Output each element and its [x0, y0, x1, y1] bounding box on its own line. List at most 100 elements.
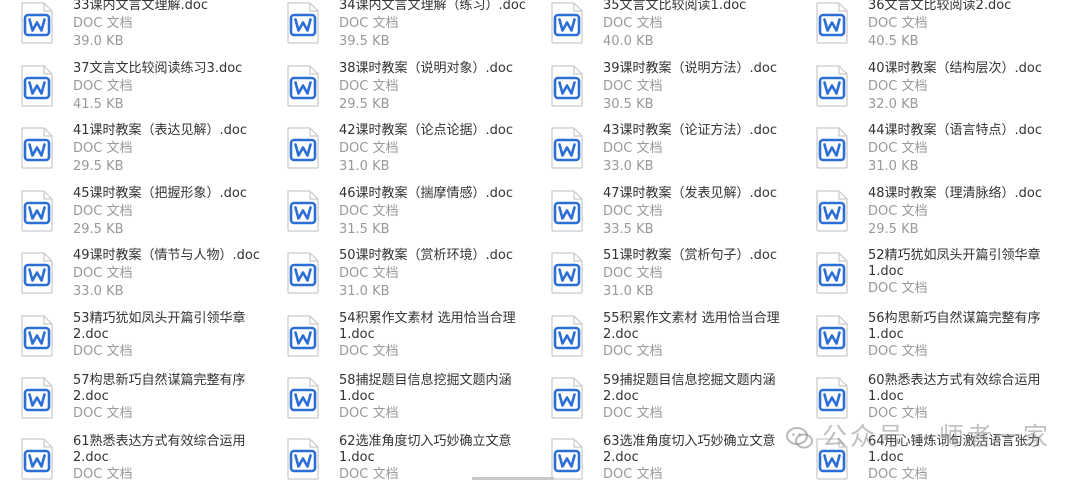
- file-name: 38课时教案（说明对象）.doc: [339, 61, 514, 76]
- file-text: 54积累作文素材 选用恰当合理 1.doc DOC 文档: [339, 311, 549, 360]
- word-doc-icon: [815, 252, 849, 294]
- file-type: DOC 文档: [868, 281, 928, 296]
- file-item[interactable]: 51课时教案（赏析句子）.doc DOC 文档 31.0 KB: [550, 248, 800, 306]
- file-size: 31.0 KB: [603, 284, 654, 299]
- file-text: 63选准角度切入巧妙确立文意 2.doc DOC 文档: [603, 434, 813, 480]
- file-name: 62选准角度切入巧妙确立文意 1.doc: [339, 434, 512, 465]
- word-doc-icon: [20, 315, 54, 357]
- file-item[interactable]: 62选准角度切入巧妙确立文意 1.doc DOC 文档: [286, 434, 536, 480]
- file-item[interactable]: 56构思新巧自然谋篇完整有序 1.doc DOC 文档: [815, 311, 1065, 369]
- file-text: 39课时教案（说明方法）.doc DOC 文档 30.5 KB: [603, 61, 813, 113]
- file-size: 39.0 KB: [73, 34, 124, 49]
- file-name: 39课时教案（说明方法）.doc: [603, 61, 778, 76]
- file-item[interactable]: 48课时教案（理清脉络）.doc DOC 文档 29.5 KB: [815, 186, 1065, 244]
- file-type: DOC 文档: [603, 141, 663, 156]
- file-item[interactable]: 38课时教案（说明对象）.doc DOC 文档 29.5 KB: [286, 61, 536, 119]
- file-text: 45课时教案（把握形象）.doc DOC 文档 29.5 KB: [73, 186, 283, 238]
- file-name: 50课时教案（赏析环境）.doc: [339, 248, 514, 263]
- file-size: 33.0 KB: [73, 284, 124, 299]
- file-text: 59捕捉题目信息挖掘文题内涵 2.doc DOC 文档: [603, 373, 813, 422]
- file-item[interactable]: 61熟悉表达方式有效综合运用 2.doc DOC 文档: [20, 434, 270, 480]
- file-size: 29.5 KB: [73, 222, 124, 237]
- file-type: DOC 文档: [73, 79, 133, 94]
- file-name: 36文言文比较阅读2.doc: [868, 0, 1012, 13]
- file-name: 60熟悉表达方式有效综合运用 1.doc: [868, 373, 1041, 404]
- word-doc-icon: [20, 438, 54, 480]
- file-name: 58捕捉题目信息挖掘文题内涵 1.doc: [339, 373, 512, 404]
- file-type: DOC 文档: [339, 344, 399, 359]
- file-name: 61熟悉表达方式有效综合运用 2.doc: [73, 434, 246, 465]
- file-size: 29.5 KB: [73, 159, 124, 174]
- file-text: 42课时教案（论点论据）.doc DOC 文档 31.0 KB: [339, 123, 549, 175]
- file-size: 29.5 KB: [868, 222, 919, 237]
- file-item[interactable]: 37文言文比较阅读练习3.doc DOC 文档 41.5 KB: [20, 61, 270, 119]
- file-item[interactable]: 50课时教案（赏析环境）.doc DOC 文档 31.0 KB: [286, 248, 536, 306]
- file-name: 46课时教案（揣摩情感）.doc: [339, 186, 514, 201]
- file-type: DOC 文档: [339, 16, 399, 31]
- file-name: 56构思新巧自然谋篇完整有序 1.doc: [868, 311, 1041, 342]
- word-doc-icon: [20, 127, 54, 169]
- file-name: 41课时教案（表达见解）.doc: [73, 123, 248, 138]
- word-doc-icon: [20, 252, 54, 294]
- file-item[interactable]: 47课时教案（发表见解）.doc DOC 文档 33.5 KB: [550, 186, 800, 244]
- file-name: 53精巧犹如凤头开篇引领华章 2.doc: [73, 311, 246, 342]
- file-item[interactable]: 40课时教案（结构层次）.doc DOC 文档 32.0 KB: [815, 61, 1065, 119]
- word-doc-icon: [20, 65, 54, 107]
- file-size: 41.5 KB: [73, 97, 124, 112]
- word-doc-icon: [550, 438, 584, 480]
- file-item[interactable]: 42课时教案（论点论据）.doc DOC 文档 31.0 KB: [286, 123, 536, 181]
- file-item[interactable]: 44课时教案（语言特点）.doc DOC 文档 31.0 KB: [815, 123, 1065, 181]
- file-name: 55积累作文素材 选用恰当合理 2.doc: [603, 311, 780, 342]
- file-item[interactable]: 33课内文言文理解.doc DOC 文档 39.0 KB: [20, 0, 270, 56]
- file-name: 63选准角度切入巧妙确立文意 2.doc: [603, 434, 776, 465]
- file-name: 57构思新巧自然谋篇完整有序 2.doc: [73, 373, 246, 404]
- file-item[interactable]: 57构思新巧自然谋篇完整有序 2.doc DOC 文档: [20, 373, 270, 431]
- file-item[interactable]: 35文言文比较阅读1.doc DOC 文档 40.0 KB: [550, 0, 800, 56]
- file-type: DOC 文档: [868, 467, 928, 480]
- file-item[interactable]: 46课时教案（揣摩情感）.doc DOC 文档 31.5 KB: [286, 186, 536, 244]
- file-item[interactable]: 39课时教案（说明方法）.doc DOC 文档 30.5 KB: [550, 61, 800, 119]
- file-item[interactable]: 45课时教案（把握形象）.doc DOC 文档 29.5 KB: [20, 186, 270, 244]
- file-item[interactable]: 54积累作文素材 选用恰当合理 1.doc DOC 文档: [286, 311, 536, 369]
- file-size: 39.5 KB: [339, 34, 390, 49]
- file-item[interactable]: 63选准角度切入巧妙确立文意 2.doc DOC 文档: [550, 434, 800, 480]
- file-name: 43课时教案（论证方法）.doc: [603, 123, 778, 138]
- file-item[interactable]: 43课时教案（论证方法）.doc DOC 文档 33.0 KB: [550, 123, 800, 181]
- file-type: DOC 文档: [868, 344, 928, 359]
- file-name: 40课时教案（结构层次）.doc: [868, 61, 1043, 76]
- watermark: 公众号 · 师者一家: [786, 418, 1080, 458]
- word-doc-icon: [286, 438, 320, 480]
- file-text: 44课时教案（语言特点）.doc DOC 文档 31.0 KB: [868, 123, 1078, 175]
- file-name: 34课内文言文理解（练习）.doc: [339, 0, 527, 13]
- file-item[interactable]: 36文言文比较阅读2.doc DOC 文档 40.5 KB: [815, 0, 1065, 56]
- file-item[interactable]: 49课时教案（情节与人物）.doc DOC 文档 33.0 KB: [20, 248, 270, 306]
- file-name: 33课内文言文理解.doc: [73, 0, 209, 13]
- file-size: 31.5 KB: [339, 222, 390, 237]
- file-name: 59捕捉题目信息挖掘文题内涵 2.doc: [603, 373, 776, 404]
- file-type: DOC 文档: [339, 204, 399, 219]
- file-item[interactable]: 34课内文言文理解（练习）.doc DOC 文档 39.5 KB: [286, 0, 536, 56]
- file-item[interactable]: 58捕捉题目信息挖掘文题内涵 1.doc DOC 文档: [286, 373, 536, 431]
- file-name: 51课时教案（赏析句子）.doc: [603, 248, 778, 263]
- file-item[interactable]: 55积累作文素材 选用恰当合理 2.doc DOC 文档: [550, 311, 800, 369]
- file-text: 33课内文言文理解.doc DOC 文档 39.0 KB: [73, 0, 283, 50]
- file-type: DOC 文档: [868, 204, 928, 219]
- file-type: DOC 文档: [603, 16, 663, 31]
- file-type: DOC 文档: [603, 467, 663, 480]
- word-doc-icon: [20, 190, 54, 232]
- file-size: 31.0 KB: [868, 159, 919, 174]
- file-type: DOC 文档: [603, 79, 663, 94]
- file-item[interactable]: 53精巧犹如凤头开篇引领华章 2.doc DOC 文档: [20, 311, 270, 369]
- file-name: 48课时教案（理清脉络）.doc: [868, 186, 1043, 201]
- file-text: 34课内文言文理解（练习）.doc DOC 文档 39.5 KB: [339, 0, 549, 50]
- word-doc-icon: [550, 190, 584, 232]
- file-name: 37文言文比较阅读练习3.doc: [73, 61, 243, 76]
- word-doc-icon: [550, 377, 584, 419]
- file-item[interactable]: 52精巧犹如凤头开篇引领华章 1.doc DOC 文档: [815, 248, 1065, 306]
- file-text: 55积累作文素材 选用恰当合理 2.doc DOC 文档: [603, 311, 813, 360]
- watermark-text: 公众号 · 师者一家: [822, 422, 1051, 451]
- file-item[interactable]: 41课时教案（表达见解）.doc DOC 文档 29.5 KB: [20, 123, 270, 181]
- file-type: DOC 文档: [339, 406, 399, 421]
- file-item[interactable]: 59捕捉题目信息挖掘文题内涵 2.doc DOC 文档: [550, 373, 800, 431]
- file-text: 56构思新巧自然谋篇完整有序 1.doc DOC 文档: [868, 311, 1078, 360]
